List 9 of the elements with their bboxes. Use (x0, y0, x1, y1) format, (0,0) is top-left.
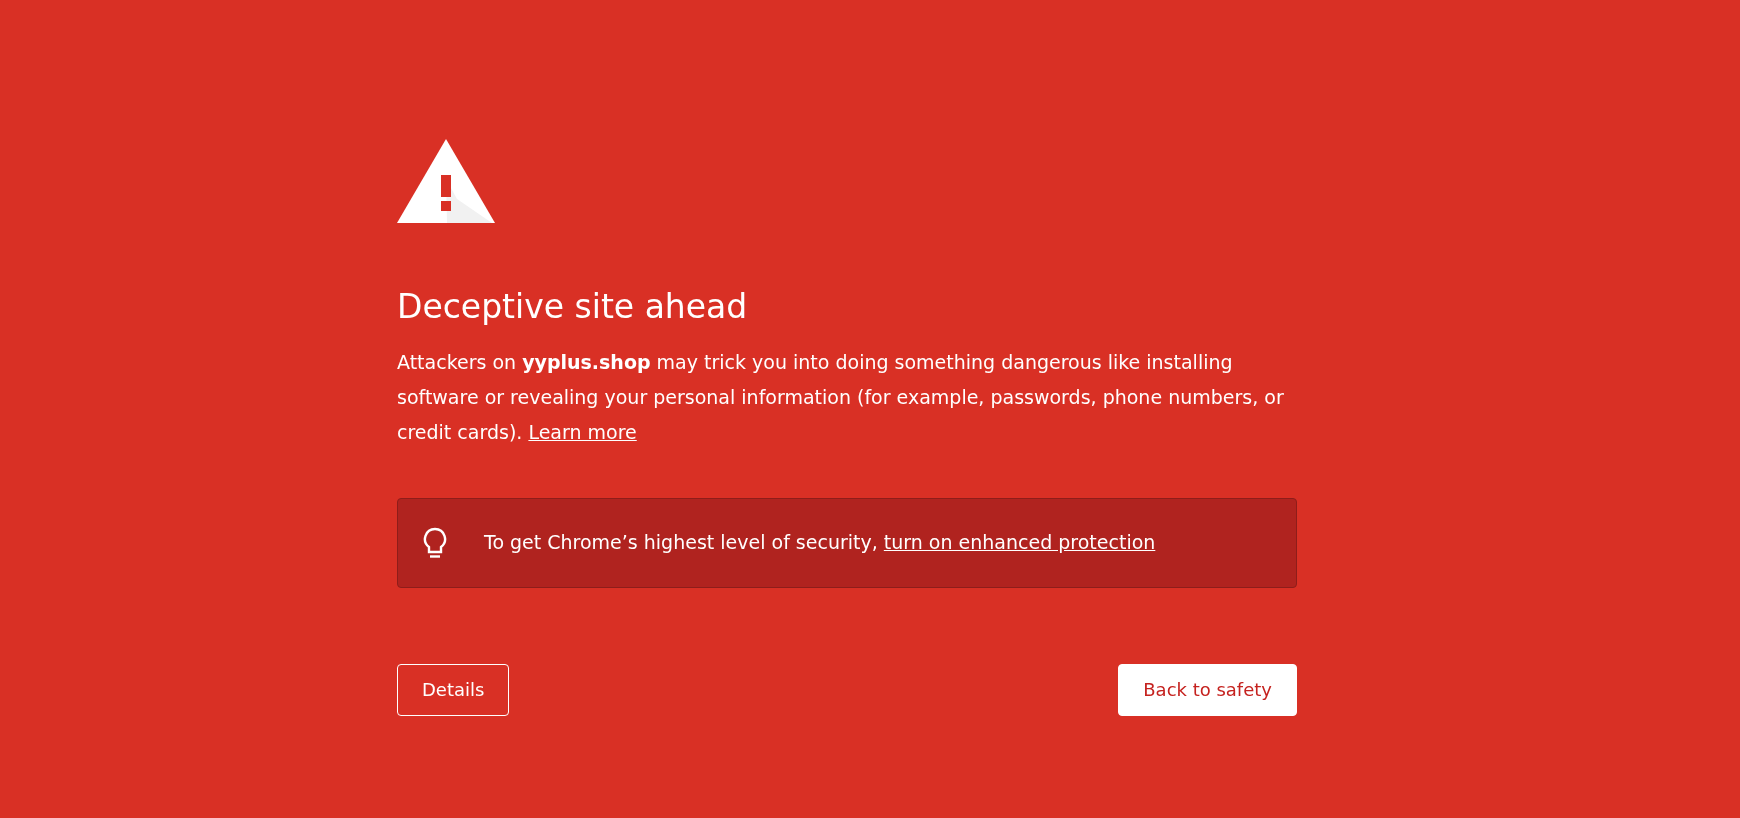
back-button[interactable]: Back to safety (1118, 663, 1297, 716)
learn-more-link[interactable]: Learn more (528, 420, 637, 443)
page-heading: Deceptive site ahead (397, 287, 749, 327)
enhanced-protection-link[interactable]: turn on enhanced protection (883, 531, 1156, 554)
enhanced-protection-text: To get Chrome’s highest level of security, (484, 531, 879, 554)
warning-message: Attackers on yyplus.shop may trick you into doing something dangerous like installing software or revealing your personal information (for example, passwords, phone numbers, or credit cards). Learn more (397, 349, 1285, 445)
warning-icon (397, 139, 495, 223)
lightbulb-icon (422, 526, 448, 559)
details-button[interactable]: Details (397, 663, 510, 716)
